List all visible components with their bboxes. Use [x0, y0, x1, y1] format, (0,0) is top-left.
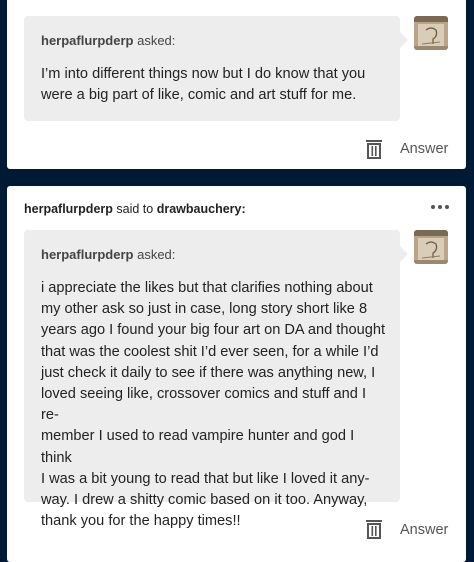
answer-button[interactable]: Answer: [400, 141, 448, 157]
asker-name[interactable]: herpaflurpderp: [41, 33, 133, 48]
asker-name[interactable]: herpaflurpderp: [41, 247, 133, 262]
ask-bubble: herpaflurpderp asked: i appreciate the l…: [24, 230, 408, 529]
said-to-label: said to: [116, 202, 154, 216]
ask-post-2: herpaflurpderp said to drawbauchery: her…: [7, 186, 466, 562]
ask-post-1: herpaflurpderp asked: I’m into different…: [7, 0, 466, 169]
question-text: i appreciate the likes but that clarifie…: [41, 280, 385, 530]
dot: [438, 205, 442, 209]
avatar[interactable]: [414, 230, 448, 264]
asker-line: herpaflurpderp asked:: [41, 33, 175, 48]
asked-label: asked:: [137, 247, 176, 262]
ask-bubble: herpaflurpderp asked: I’m into different…: [24, 16, 408, 121]
trash-icon[interactable]: [365, 139, 383, 159]
avatar[interactable]: [414, 16, 448, 50]
asked-label: asked:: [137, 33, 176, 48]
avatar-image: [414, 16, 448, 50]
asker-line: herpaflurpderp asked:: [41, 247, 175, 262]
more-icon[interactable]: [431, 204, 449, 210]
reblogger-name[interactable]: herpaflurpderp: [24, 202, 113, 216]
trash-icon[interactable]: [365, 519, 383, 539]
question-text: I’m into different things now but I do k…: [41, 66, 366, 104]
reblog-header: herpaflurpderp said to drawbauchery:: [24, 202, 246, 216]
dot: [431, 205, 435, 209]
target-blog-name[interactable]: drawbauchery:: [157, 202, 246, 216]
answer-button[interactable]: Answer: [400, 522, 448, 538]
avatar-image: [414, 230, 448, 264]
dot: [445, 205, 449, 209]
